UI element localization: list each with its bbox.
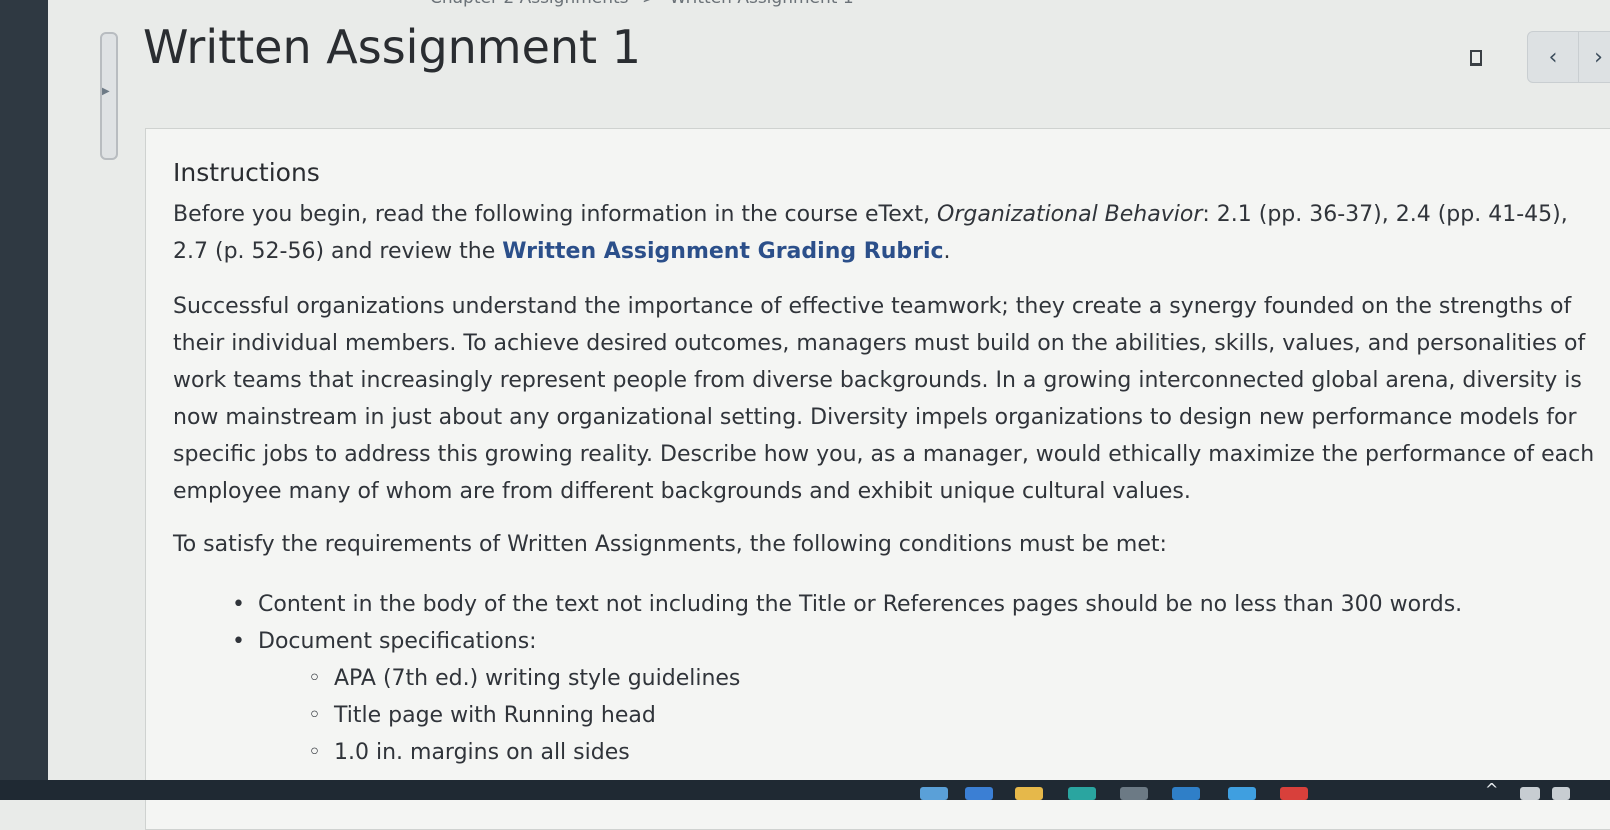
etext-title: Organizational Behavior	[937, 202, 1203, 227]
system-tray-icon[interactable]	[1520, 787, 1540, 800]
breadcrumb-current: Written Assignment 1	[670, 0, 854, 8]
bookmark-icon[interactable]	[1470, 50, 1482, 66]
previous-button[interactable]: ‹	[1527, 31, 1579, 83]
list-item: 1.0 in. margins on all sides	[308, 734, 1582, 771]
left-edge-bar	[0, 0, 48, 800]
taskbar-app-icon[interactable]	[1172, 787, 1200, 800]
instructions-heading: Instructions	[173, 158, 320, 187]
wifi-icon[interactable]	[1552, 787, 1570, 800]
requirements-list: Content in the body of the text not incl…	[232, 586, 1582, 771]
list-item: Title page with Running head	[308, 697, 1582, 734]
list-item: Document specifications: APA (7th ed.) w…	[232, 623, 1582, 771]
page-title: Written Assignment 1	[143, 20, 641, 74]
list-item: Content in the body of the text not incl…	[232, 586, 1582, 623]
chevron-up-icon[interactable]: ^	[1485, 780, 1498, 799]
taskbar-app-icon[interactable]	[965, 787, 993, 800]
specifications-list: APA (7th ed.) writing style guidelines T…	[258, 660, 1582, 771]
taskbar-app-icon[interactable]	[920, 787, 948, 800]
requirements-intro: To satisfy the requirements of Written A…	[173, 532, 1167, 557]
grading-rubric-link[interactable]: Written Assignment Grading Rubric	[502, 239, 943, 264]
requirement-document-specs: Document specifications:	[258, 629, 537, 654]
taskbar-app-icon[interactable]	[1228, 787, 1256, 800]
breadcrumb-separator: >	[642, 0, 656, 8]
breadcrumb-item[interactable]: Chapter 2 Assignments	[430, 0, 629, 8]
browser-icon[interactable]	[1068, 787, 1096, 800]
intro-paragraph: Before you begin, read the following inf…	[173, 196, 1603, 270]
intro-text: Before you begin, read the following inf…	[173, 202, 938, 227]
taskbar	[0, 780, 1610, 800]
folder-icon[interactable]	[1015, 787, 1043, 800]
store-icon[interactable]	[1120, 787, 1148, 800]
chevron-right-icon: ›	[1594, 44, 1603, 70]
chevron-left-icon: ‹	[1548, 44, 1558, 70]
mail-icon[interactable]	[1280, 787, 1308, 800]
next-button[interactable]: ›	[1579, 31, 1610, 83]
breadcrumb: Chapter 2 Assignments > Written Assignme…	[430, 0, 862, 8]
sidebar-toggle[interactable]: ▶	[100, 32, 118, 160]
list-item: APA (7th ed.) writing style guidelines	[308, 660, 1582, 697]
expand-arrow-icon: ▶	[102, 86, 110, 97]
intro-text-end: .	[943, 239, 951, 264]
prompt-paragraph: Successful organizations understand the …	[173, 294, 1595, 504]
requirement-word-count: Content in the body of the text not incl…	[258, 592, 1463, 617]
